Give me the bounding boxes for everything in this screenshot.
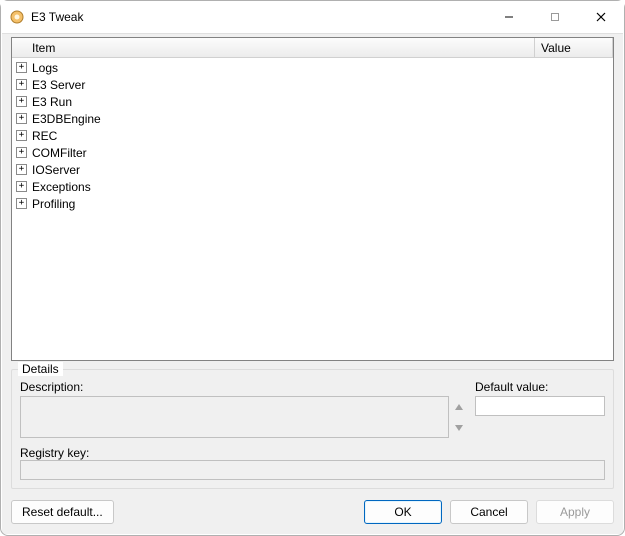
- apply-button: Apply: [536, 500, 614, 524]
- expand-icon[interactable]: +: [16, 147, 27, 158]
- tree-header: Item Value: [12, 38, 613, 58]
- titlebar: E3 Tweak: [1, 1, 624, 33]
- settings-tree[interactable]: Item Value + Logs + E3 Server + E3 Run + E3DBEn…: [11, 37, 614, 361]
- expand-icon[interactable]: +: [16, 62, 27, 73]
- close-button[interactable]: [578, 1, 624, 33]
- tree-row[interactable]: + E3 Server: [12, 76, 613, 93]
- expand-icon[interactable]: +: [16, 96, 27, 107]
- app-icon: [9, 9, 25, 25]
- tree-row[interactable]: + Exceptions: [12, 178, 613, 195]
- dialog-buttons: Reset default... OK Cancel Apply: [11, 499, 614, 525]
- tree-row-label: Logs: [32, 61, 58, 75]
- details-legend: Details: [18, 362, 63, 376]
- tree-row-label: Exceptions: [32, 180, 91, 194]
- registry-key-label: Registry key:: [20, 446, 89, 460]
- description-field: [20, 396, 449, 438]
- tree-row-label: E3DBEngine: [32, 112, 101, 126]
- minimize-button[interactable]: [486, 1, 532, 33]
- ok-button[interactable]: OK: [364, 500, 442, 524]
- expand-icon[interactable]: +: [16, 198, 27, 209]
- tree-row[interactable]: + IOServer: [12, 161, 613, 178]
- expand-icon[interactable]: +: [16, 130, 27, 141]
- cancel-button[interactable]: Cancel: [450, 500, 528, 524]
- window-title: E3 Tweak: [31, 10, 83, 24]
- tree-row-label: E3 Run: [32, 95, 72, 109]
- description-scroll-up[interactable]: [451, 396, 467, 417]
- tree-row-label: IOServer: [32, 163, 80, 177]
- default-value-field[interactable]: [475, 396, 605, 416]
- column-header-item[interactable]: Item: [12, 38, 535, 57]
- expand-icon[interactable]: +: [16, 181, 27, 192]
- registry-key-field: [20, 460, 605, 480]
- tree-row-label: COMFilter: [32, 146, 87, 160]
- tree-row[interactable]: + COMFilter: [12, 144, 613, 161]
- expand-icon[interactable]: +: [16, 113, 27, 124]
- tree-row[interactable]: + Logs: [12, 59, 613, 76]
- column-header-value[interactable]: Value: [535, 38, 613, 57]
- tree-row-label: Profiling: [32, 197, 75, 211]
- expand-icon[interactable]: +: [16, 79, 27, 90]
- tree-row[interactable]: + REC: [12, 127, 613, 144]
- details-group: Details Description: Def: [11, 369, 614, 489]
- reset-default-button[interactable]: Reset default...: [11, 500, 114, 524]
- tree-row-label: REC: [32, 129, 57, 143]
- description-label: Description:: [20, 380, 467, 394]
- tree-row[interactable]: + Profiling: [12, 195, 613, 212]
- tree-row[interactable]: + E3DBEngine: [12, 110, 613, 127]
- maximize-button: [532, 1, 578, 33]
- tree-row-label: E3 Server: [32, 78, 85, 92]
- tree-row[interactable]: + E3 Run: [12, 93, 613, 110]
- default-value-label: Default value:: [475, 380, 605, 394]
- description-scroll-down[interactable]: [451, 417, 467, 438]
- expand-icon[interactable]: +: [16, 164, 27, 175]
